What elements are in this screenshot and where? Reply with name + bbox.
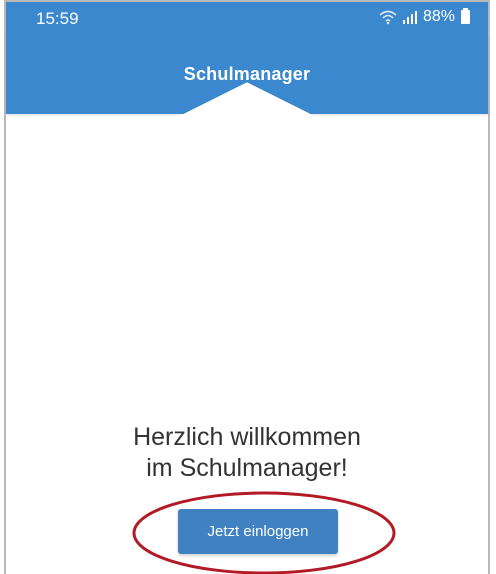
status-bar: 15:59 88% [6,2,488,34]
wifi-icon [379,10,397,25]
status-time: 15:59 [36,9,79,28]
phone-screen: 15:59 88% Schulmanager Herzlich willkomm… [4,0,490,574]
signal-icon [402,10,417,24]
status-right: 88% [379,8,470,26]
welcome-line-2: im Schulmanager! [146,454,348,482]
app-header: Schulmanager [6,34,488,408]
welcome-message: Herzlich willkommen im Schulmanager! [6,422,488,484]
highlight-ellipse [132,491,396,574]
app-title: Schulmanager [183,64,311,84]
battery-icon [461,8,470,24]
welcome-line-1: Herzlich willkommen [133,423,361,451]
main-content: Herzlich willkommen im Schulmanager! Jet… [6,114,488,574]
battery-percent: 88% [422,8,455,25]
